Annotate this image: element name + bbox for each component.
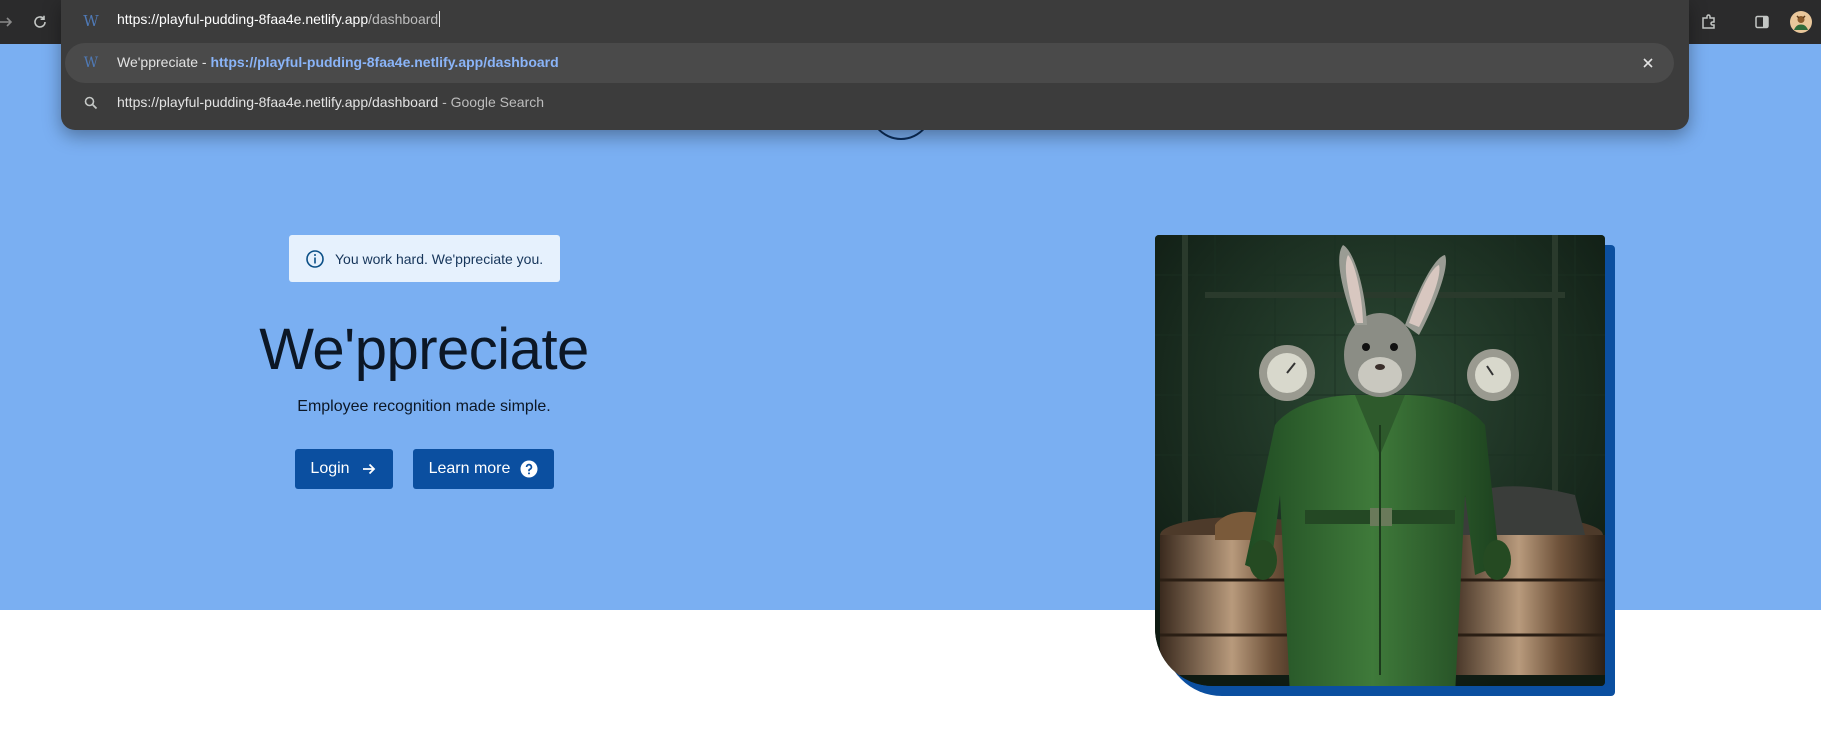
weppreciate-favicon: W [83, 12, 99, 30]
page-title: We'ppreciate [259, 317, 589, 382]
address-bar[interactable]: W https://playful-pudding-8faa4e.netlify… [61, 0, 1689, 42]
side-panel-icon[interactable] [1750, 10, 1774, 34]
suggestion-search-item[interactable]: https://playful-pudding-8faa4e.netlify.a… [65, 83, 1674, 123]
extensions-icon[interactable] [1697, 10, 1721, 34]
learn-more-button-label: Learn more [428, 460, 511, 477]
login-button-label: Login [310, 460, 350, 477]
help-circle-icon [520, 460, 538, 478]
reload-icon[interactable] [28, 10, 52, 34]
login-button[interactable]: Login [295, 449, 393, 489]
weppreciate-favicon: W [83, 55, 99, 71]
suggestion-text: We'ppreciate - https://playful-pudding-8… [117, 54, 559, 70]
omnibox-dropdown: W https://playful-pudding-8faa4e.netlify… [61, 0, 1689, 130]
suggestion-url: https://playful-pudding-8faa4e.netlify.a… [210, 54, 559, 70]
hero-image [1155, 235, 1605, 686]
text-caret [439, 11, 441, 27]
search-icon [82, 94, 100, 112]
url-host: https://playful-pudding-8faa4e.netlify.a… [117, 11, 369, 27]
learn-more-button[interactable]: Learn more [413, 449, 554, 489]
search-suggestion-suffix: - Google Search [438, 94, 545, 110]
address-bar-input[interactable]: https://playful-pudding-8faa4e.netlify.a… [117, 11, 441, 27]
suggestion-history-item[interactable]: W We'ppreciate - https://playful-pudding… [65, 43, 1674, 83]
search-suggestion-query: https://playful-pudding-8faa4e.netlify.a… [117, 94, 439, 110]
suggestion-title: We'ppreciate [117, 54, 199, 70]
info-notice: You work hard. We'ppreciate you. [289, 235, 560, 282]
info-icon [305, 249, 325, 269]
arrow-right-icon [360, 460, 378, 478]
url-path: /dashboard [368, 11, 439, 27]
forward-icon[interactable] [0, 10, 18, 34]
close-icon[interactable] [1638, 53, 1658, 73]
page-subtitle: Employee recognition made simple. [297, 398, 551, 415]
suggestion-separator: - [198, 54, 211, 70]
notice-text: You work hard. We'ppreciate you. [335, 250, 544, 267]
profile-avatar[interactable] [1789, 10, 1813, 34]
search-suggestion-text: https://playful-pudding-8faa4e.netlify.a… [117, 94, 544, 110]
